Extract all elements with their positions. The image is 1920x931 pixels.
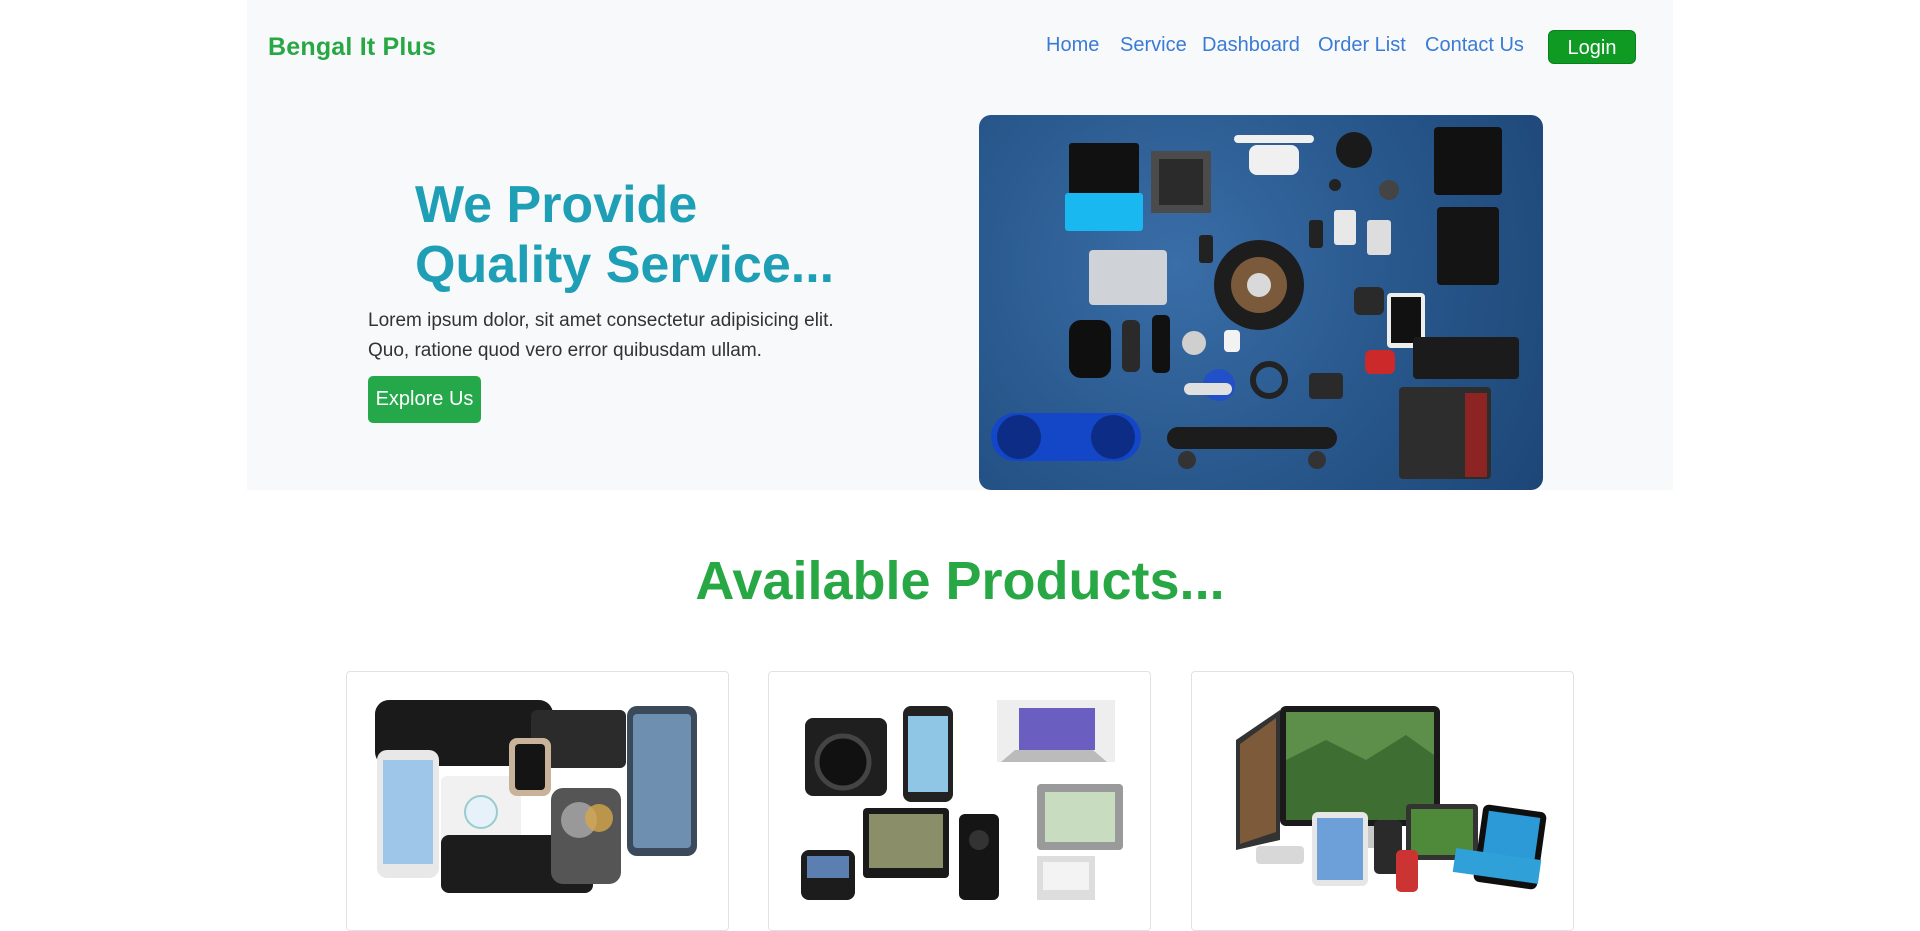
- product-card[interactable]: [1191, 671, 1574, 931]
- nav-contact-us[interactable]: Contact Us: [1425, 34, 1524, 57]
- product-image-apple-devices: [1216, 700, 1552, 900]
- gadgets-illustration: [991, 127, 1519, 479]
- hero-title-line-2: Quality Service...: [415, 236, 835, 294]
- explore-us-button[interactable]: Explore Us: [368, 376, 481, 423]
- brand-logo-text[interactable]: Bengal It Plus: [268, 33, 436, 62]
- product-image-smart-home: [371, 700, 707, 900]
- consumer-electronics-illustration: [801, 700, 1123, 900]
- hero-gadgets-image: [979, 115, 1543, 490]
- login-button[interactable]: Login: [1548, 30, 1636, 64]
- nav-home[interactable]: Home: [1046, 34, 1099, 57]
- smart-home-devices-illustration: [375, 700, 697, 893]
- apple-devices-illustration: [1236, 706, 1547, 892]
- products-section-title: Available Products...: [695, 551, 1225, 611]
- hero-title-line-1: We Provide: [415, 176, 698, 234]
- nav-dashboard[interactable]: Dashboard: [1202, 34, 1300, 57]
- product-card[interactable]: [768, 671, 1151, 931]
- hero-section: Bengal It Plus Home Service Dashboard Or…: [247, 0, 1673, 490]
- hero-description-line-1: Lorem ipsum dolor, sit amet consectetur …: [368, 310, 834, 331]
- product-card[interactable]: [346, 671, 729, 931]
- hero-title: We Provide Quality Service...: [415, 175, 835, 295]
- nav-order-list[interactable]: Order List: [1318, 34, 1406, 57]
- nav-service[interactable]: Service: [1120, 34, 1187, 57]
- product-image-electronics: [793, 700, 1129, 900]
- hero-description-line-2: Quo, ratione quod vero error quibusdam u…: [368, 340, 762, 361]
- hero-description: Lorem ipsum dolor, sit amet consectetur …: [368, 306, 888, 366]
